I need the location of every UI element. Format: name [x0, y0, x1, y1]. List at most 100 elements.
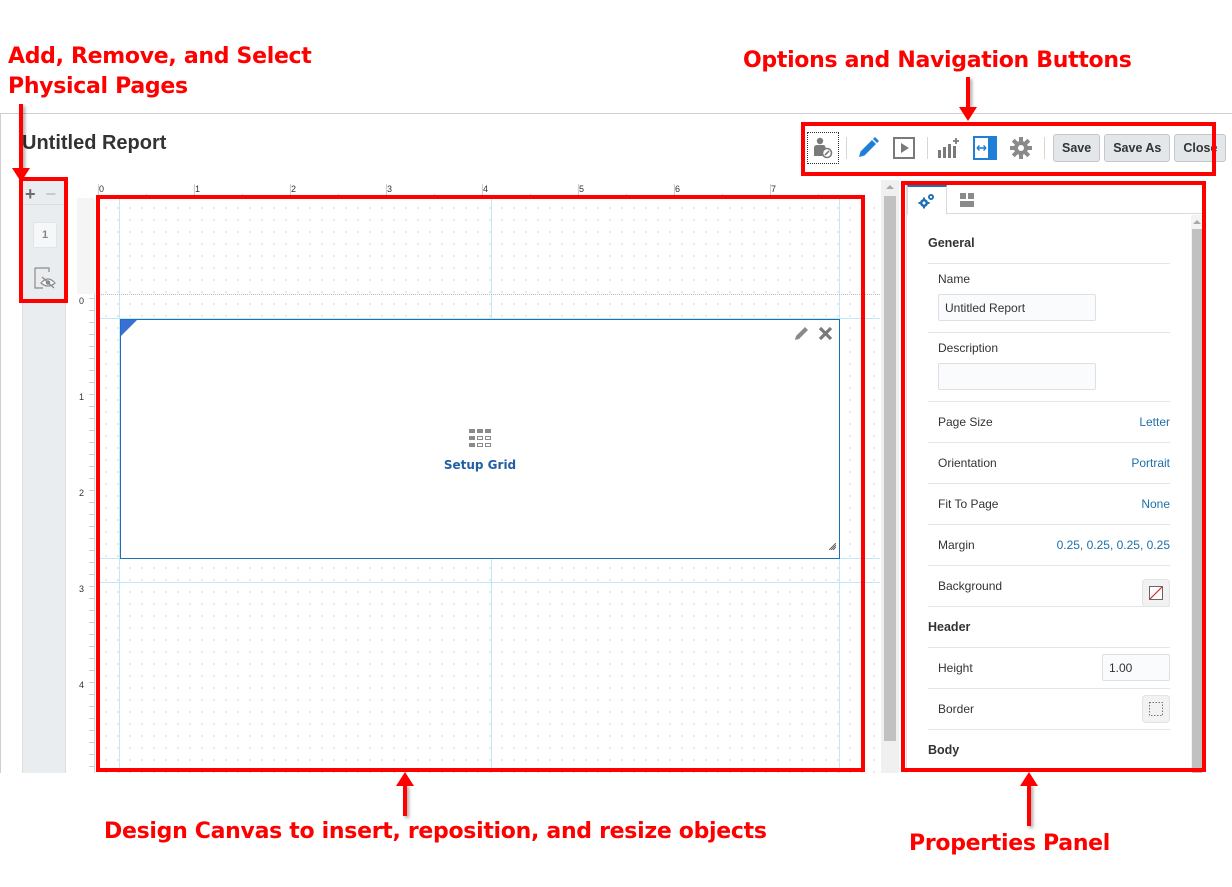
section-header: Header	[928, 620, 971, 634]
background-color-button[interactable]	[1142, 579, 1170, 607]
divider	[928, 524, 1170, 525]
ruler-label: 0	[79, 296, 85, 306]
header-height-label: Height	[938, 661, 973, 675]
selection-corner-marker	[121, 320, 137, 336]
ruler-label: 2	[79, 488, 85, 498]
insert-chart-button[interactable]	[932, 131, 966, 165]
header-height-field[interactable]	[1102, 654, 1170, 681]
add-page-button[interactable]: +	[25, 184, 36, 205]
ruler-tick	[89, 502, 94, 503]
tab-layout[interactable]	[947, 185, 987, 215]
orientation-label: Orientation	[938, 456, 997, 470]
ruler-tick	[89, 658, 94, 659]
ruler-tick	[89, 670, 94, 671]
fit-to-page-value[interactable]: None	[1141, 497, 1170, 511]
fit-width-icon	[973, 136, 997, 160]
ruler-tick	[89, 382, 94, 383]
ruler-tick	[89, 358, 94, 359]
ruler-tick	[89, 514, 94, 515]
grid-table-icon	[469, 429, 491, 447]
ruler-tick	[89, 754, 94, 755]
physical-pages-rail: + − 1	[22, 180, 67, 773]
ruler-tick	[89, 598, 94, 599]
user-permissions-button[interactable]	[806, 131, 840, 165]
ruler-label: 6	[675, 184, 681, 194]
header-border-label: Border	[938, 702, 975, 716]
ruler-label: 1	[79, 392, 85, 402]
tab-settings[interactable]	[907, 185, 947, 215]
ruler-tick	[89, 430, 94, 431]
user-permissions-icon	[814, 137, 833, 159]
ruler-tick	[89, 490, 94, 491]
ruler-tick	[89, 526, 94, 527]
grid-object[interactable]: Setup Grid	[120, 319, 840, 559]
preview-button[interactable]	[887, 131, 921, 165]
name-label: Name	[938, 272, 971, 286]
ruler-tick	[89, 370, 94, 371]
name-field[interactable]	[938, 294, 1096, 321]
toolbar: Save Save As Close	[806, 130, 1227, 166]
canvas-scrollbar[interactable]	[881, 180, 899, 773]
ruler-tick	[89, 586, 94, 587]
properties-scrollbar[interactable]	[1191, 215, 1203, 773]
ruler-tick	[89, 742, 94, 743]
remove-page-button[interactable]: −	[46, 184, 57, 205]
page-thumbnail[interactable]: 1	[33, 222, 57, 248]
setup-grid-action[interactable]: Setup Grid	[121, 428, 839, 472]
ruler-label: 1	[195, 184, 201, 194]
save-as-button[interactable]: Save As	[1104, 134, 1171, 162]
fit-to-page-label: Fit To Page	[938, 497, 999, 511]
ruler-tick	[89, 550, 94, 551]
delete-grid-button[interactable]	[818, 326, 833, 346]
ruler-tick	[89, 298, 94, 299]
close-button[interactable]: Close	[1174, 134, 1227, 162]
page-controls: + −	[25, 184, 56, 205]
annotation-toolbar: Options and Navigation Buttons	[743, 48, 1132, 73]
setup-grid-link[interactable]: Setup Grid	[444, 458, 516, 472]
ruler-tick	[89, 610, 94, 611]
ruler-label: 2	[291, 184, 297, 194]
ruler-label: 3	[79, 584, 85, 594]
scroll-up-arrow-icon[interactable]	[1193, 220, 1201, 224]
ruler-tick	[89, 346, 94, 347]
description-field[interactable]	[938, 363, 1096, 390]
ruler-tick	[89, 730, 94, 731]
section-general: General	[928, 236, 975, 250]
ruler-tick	[89, 454, 94, 455]
divider	[928, 688, 1170, 689]
settings-button[interactable]	[1004, 131, 1038, 165]
background-label: Background	[938, 579, 1003, 593]
resize-handle[interactable]	[828, 537, 837, 555]
toolbar-separator	[1044, 137, 1045, 159]
divider	[928, 729, 1170, 730]
window-edge	[0, 113, 1, 773]
annotation-pages: Add, Remove, and Select Physical Pages	[8, 42, 312, 102]
annotation-properties: Properties Panel	[909, 831, 1111, 856]
divider	[23, 204, 67, 205]
divider	[928, 263, 1170, 264]
toolbar-separator	[846, 137, 847, 159]
annotation-pages-line1: Add, Remove, and Select	[8, 44, 312, 69]
ruler-tick	[89, 466, 94, 467]
edit-grid-button[interactable]	[794, 325, 810, 346]
edit-button[interactable]	[851, 131, 885, 165]
scrollbar-thumb[interactable]	[1192, 229, 1202, 773]
section-body: Body	[928, 743, 960, 757]
preview-play-icon	[893, 137, 915, 159]
scroll-up-arrow-icon[interactable]	[886, 185, 894, 189]
ruler-tick	[89, 574, 94, 575]
scrollbar-thumb[interactable]	[884, 196, 896, 741]
report-title: Untitled Report	[22, 132, 167, 154]
ruler-label: 4	[483, 184, 489, 194]
ruler-tick	[89, 694, 94, 695]
orientation-value[interactable]: Portrait	[1131, 456, 1170, 470]
fit-width-button[interactable]	[968, 131, 1002, 165]
save-button[interactable]: Save	[1053, 134, 1101, 162]
margin-label: Margin	[938, 538, 975, 552]
margin-value[interactable]: 0.25, 0.25, 0.25, 0.25	[1057, 538, 1170, 552]
header-border-button[interactable]	[1142, 695, 1170, 723]
annotation-canvas: Design Canvas to insert, reposition, and…	[104, 819, 767, 844]
hide-page-button[interactable]	[33, 266, 57, 295]
divider	[928, 401, 1170, 402]
page-size-value[interactable]: Letter	[1139, 415, 1170, 429]
